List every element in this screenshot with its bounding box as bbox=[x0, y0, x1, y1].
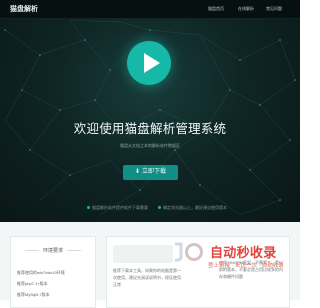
card-title: 环境要求 bbox=[11, 247, 95, 254]
play-button[interactable] bbox=[127, 41, 171, 85]
play-icon bbox=[144, 53, 160, 73]
watermark-overlay: 自动秒收录 登上链接 · 来访一次 · 自动收录 bbox=[172, 240, 300, 280]
arrow-down-icon: ⬇ bbox=[134, 169, 140, 175]
watermark-name: 自动秒收录 bbox=[210, 245, 277, 260]
download-button[interactable]: ⬇ 立即下载 bbox=[123, 165, 178, 180]
top-navigation-bar: 猫盘解析 猫盘首页 在线解析 常见问题 bbox=[0, 0, 300, 19]
watermark-logo-icon bbox=[174, 242, 203, 262]
hero-subtitle: 猫盘从文档之本地解析软件数据区 bbox=[120, 143, 180, 148]
hero-notes: 猫盘解析软件提供软件下载需要 确定浏览器以上，最好建议使用版本 bbox=[0, 205, 300, 213]
requirement-item: 推荐MySql5.7版本 bbox=[17, 292, 50, 297]
bullet-dot-icon bbox=[87, 206, 90, 210]
page-headline: 欢迎使用猫盘解析管理系统 bbox=[73, 122, 227, 136]
hero-section: 猫盘解析 猫盘首页 在线解析 常见问题 欢迎使用猫盘解析管理系统 猫盘从文档之本… bbox=[0, 0, 300, 222]
bullet-dot-icon bbox=[158, 206, 161, 210]
nav-item-home[interactable]: 猫盘首页 bbox=[208, 6, 224, 12]
network-background bbox=[4, 19, 296, 216]
requirement-item: 推荐php7.1+版本 bbox=[17, 281, 48, 286]
hero-note-text: 确定浏览器以上，最好建议使用版本 bbox=[163, 205, 227, 210]
nav-item-faq[interactable]: 常见问题 bbox=[266, 6, 282, 12]
description-text-left: 推荐下载本工具，如果你的电脑是第一次使用，建议先阅读说明书，保证使用正常 bbox=[113, 268, 181, 287]
watermark-slogan: 登上链接 · 来访一次 · 自动收录 bbox=[208, 263, 284, 269]
requirements-card: 环境要求 推荐使用的win7/win10环境 推荐php7.1+版本 推荐MyS… bbox=[10, 236, 96, 308]
hero-note-text: 猫盘解析软件提供软件下载需要 bbox=[92, 205, 148, 210]
card-image-placeholder bbox=[113, 245, 173, 263]
nav-item-online-parse[interactable]: 在线解析 bbox=[238, 6, 254, 12]
hero-note: 确定浏览器以上，最好建议使用版本 bbox=[158, 205, 227, 211]
hero-note: 猫盘解析软件提供软件下载需要 bbox=[87, 205, 148, 211]
requirement-item: 推荐使用的win7/win10环境 bbox=[17, 270, 65, 275]
download-label: 立即下载 bbox=[142, 169, 167, 175]
site-logo[interactable]: 猫盘解析 bbox=[10, 4, 38, 14]
